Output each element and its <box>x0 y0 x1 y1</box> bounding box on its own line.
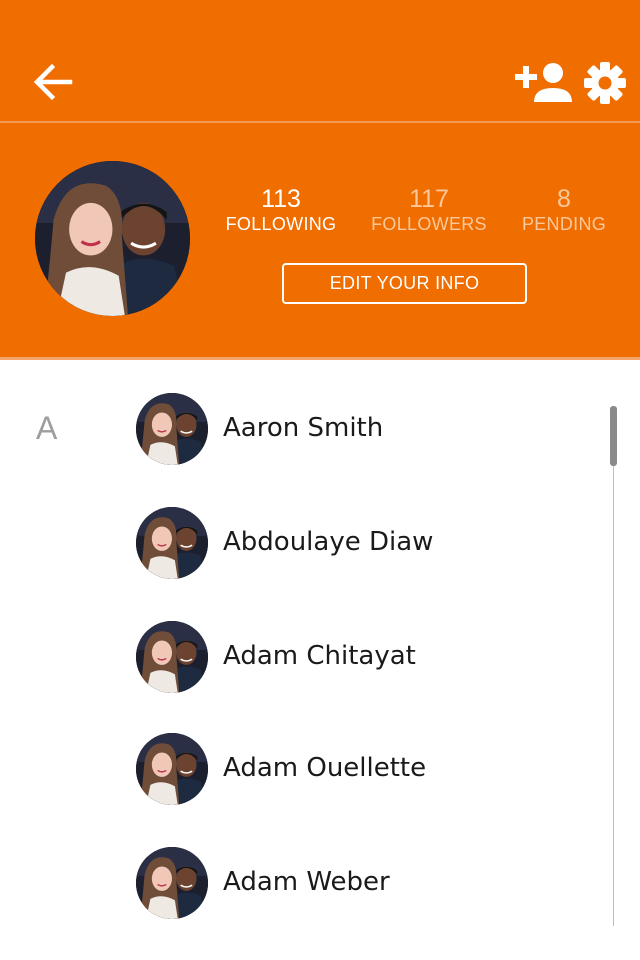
following-label: FOLLOWING <box>225 214 337 234</box>
followers-count: 117 <box>409 185 449 213</box>
contact-name: Aaron Smith <box>223 413 384 443</box>
scrollbar-track[interactable] <box>613 406 614 926</box>
followers-stat[interactable]: 117 FOLLOWERS <box>364 185 494 235</box>
avatar <box>136 733 208 805</box>
contact-name: Adam Ouellette <box>223 753 427 783</box>
followers-label: FOLLOWERS <box>371 214 487 234</box>
contact-name: Adam Weber <box>223 867 390 897</box>
pending-stat[interactable]: 8 PENDING <box>514 185 614 235</box>
following-stat[interactable]: 113 FOLLOWING <box>221 185 341 235</box>
gear-icon[interactable] <box>582 60 628 106</box>
following-count: 113 <box>261 185 301 213</box>
avatar <box>136 393 208 465</box>
back-icon[interactable] <box>30 59 76 105</box>
section-letter: A <box>36 410 58 446</box>
avatar <box>136 847 208 919</box>
contact-list: A Aaron Smith Abdoulaye Diaw Adam Chitay… <box>0 360 640 960</box>
list-item[interactable]: Aaron Smith <box>120 380 590 476</box>
list-item[interactable]: Adam Weber <box>120 834 590 930</box>
pending-label: PENDING <box>521 214 607 234</box>
contact-name: Abdoulaye Diaw <box>223 527 434 557</box>
avatar <box>136 621 208 693</box>
list-item[interactable]: Abdoulaye Diaw <box>120 494 590 590</box>
list-item[interactable]: Adam Ouellette <box>120 720 590 816</box>
profile-panel: 113 FOLLOWING 117 FOLLOWERS 8 PENDING ED… <box>0 123 640 357</box>
avatar <box>136 507 208 579</box>
list-item[interactable]: Adam Chitayat <box>120 608 590 704</box>
profile-avatar[interactable] <box>35 161 190 316</box>
top-toolbar <box>0 0 640 121</box>
contact-name: Adam Chitayat <box>223 641 416 671</box>
scrollbar-thumb[interactable] <box>610 406 617 466</box>
edit-info-button[interactable]: EDIT YOUR INFO <box>282 263 527 304</box>
add-person-icon[interactable] <box>512 60 574 106</box>
profile-screen: 113 FOLLOWING 117 FOLLOWERS 8 PENDING ED… <box>0 0 640 960</box>
pending-count: 8 <box>557 185 571 213</box>
